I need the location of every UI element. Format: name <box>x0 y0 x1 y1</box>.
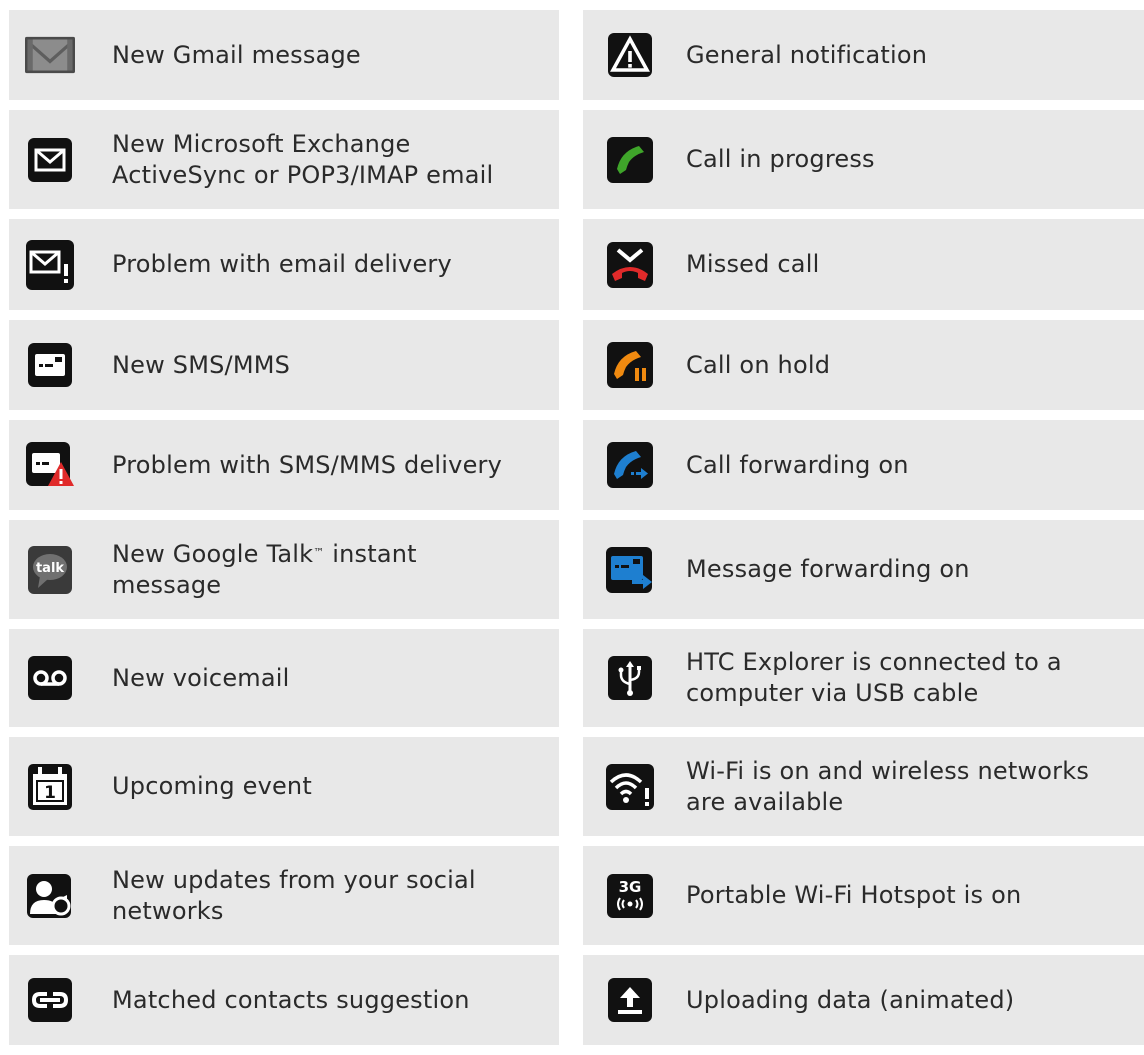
list-item: 3G Portable Wi-Fi Hotspot is on <box>583 846 1144 945</box>
item-label: Matched contacts suggestion <box>112 985 470 1014</box>
list-item: Call forwarding on <box>583 420 1144 510</box>
item-label: New Google Talk™ instant message <box>112 539 417 599</box>
list-item: HTC Explorer is connected to a computer … <box>583 629 1144 727</box>
trademark-mark: ™ <box>313 545 325 559</box>
sms-problem-icon <box>25 440 75 490</box>
gmail-icon <box>25 30 75 80</box>
usb-icon <box>605 653 655 703</box>
item-label: Call in progress <box>686 145 875 173</box>
item-label: Call forwarding on <box>686 450 909 479</box>
list-item: talk New Google Talk™ instant message <box>9 520 559 619</box>
item-label: Problem with email delivery <box>112 250 452 278</box>
item-label: Call on hold <box>686 350 831 379</box>
list-item: New SMS/MMS <box>9 320 559 410</box>
message-forwarding-icon <box>605 545 655 595</box>
item-label: New updates from your social networks <box>112 865 476 925</box>
item-label: Uploading data (animated) <box>686 985 1015 1014</box>
list-item: New updates from your social networks <box>9 846 559 945</box>
list-item: Call on hold <box>583 320 1144 410</box>
list-item: Uploading data (animated) <box>583 955 1144 1045</box>
talk-text: talk <box>36 561 64 576</box>
call-in-progress-icon <box>605 135 655 185</box>
list-item: Message forwarding on <box>583 520 1144 619</box>
list-item: Problem with SMS/MMS delivery <box>9 420 559 510</box>
item-label: Message forwarding on <box>686 555 970 583</box>
contact-link-icon <box>25 975 75 1025</box>
list-item: Call in progress <box>583 110 1144 209</box>
call-on-hold-icon <box>605 340 655 390</box>
missed-call-icon <box>605 240 655 290</box>
sms-icon <box>25 340 75 390</box>
calendar-day-text: 1 <box>44 783 56 803</box>
wifi-icon <box>605 762 655 812</box>
list-item: New voicemail <box>9 629 559 727</box>
list-item: New Microsoft Exchange ActiveSync or POP… <box>9 110 559 209</box>
item-label: HTC Explorer is connected to a computer … <box>686 648 1062 707</box>
item-label: Upcoming event <box>112 772 312 800</box>
item-label: New Microsoft Exchange ActiveSync or POP… <box>112 129 494 189</box>
google-talk-icon: talk <box>25 545 75 595</box>
list-item: 1 Upcoming event <box>9 737 559 836</box>
upload-icon <box>605 975 655 1025</box>
voicemail-icon <box>25 653 75 703</box>
item-label: Missed call <box>686 250 820 278</box>
calendar-icon: 1 <box>25 762 75 812</box>
hotspot-3g-text: 3G <box>619 878 642 896</box>
right-column: General notification Call in progress Mi… <box>583 10 1144 1055</box>
item-label: Problem with SMS/MMS delivery <box>112 450 503 479</box>
list-item: Matched contacts suggestion <box>9 955 559 1045</box>
list-item: Missed call <box>583 219 1144 310</box>
item-label: New Gmail message <box>112 40 361 69</box>
list-item: Wi-Fi is on and wireless networks are av… <box>583 737 1144 836</box>
list-item: General notification <box>583 10 1144 100</box>
call-forwarding-icon <box>605 440 655 490</box>
hotspot-3g-icon: 3G <box>605 871 655 921</box>
left-column: New Gmail message New Microsoft Exchange… <box>9 10 559 1055</box>
item-label: New voicemail <box>112 663 290 692</box>
item-label: Portable Wi-Fi Hotspot is on <box>686 881 1022 909</box>
general-notification-icon <box>605 30 655 80</box>
item-label: New SMS/MMS <box>112 350 291 379</box>
item-label: General notification <box>686 40 928 69</box>
list-item: Problem with email delivery <box>9 219 559 310</box>
exchange-email-icon <box>25 135 75 185</box>
list-item: New Gmail message <box>9 10 559 100</box>
social-update-icon <box>25 871 75 921</box>
email-problem-icon <box>25 239 75 290</box>
item-label: Wi-Fi is on and wireless networks are av… <box>686 756 1090 816</box>
